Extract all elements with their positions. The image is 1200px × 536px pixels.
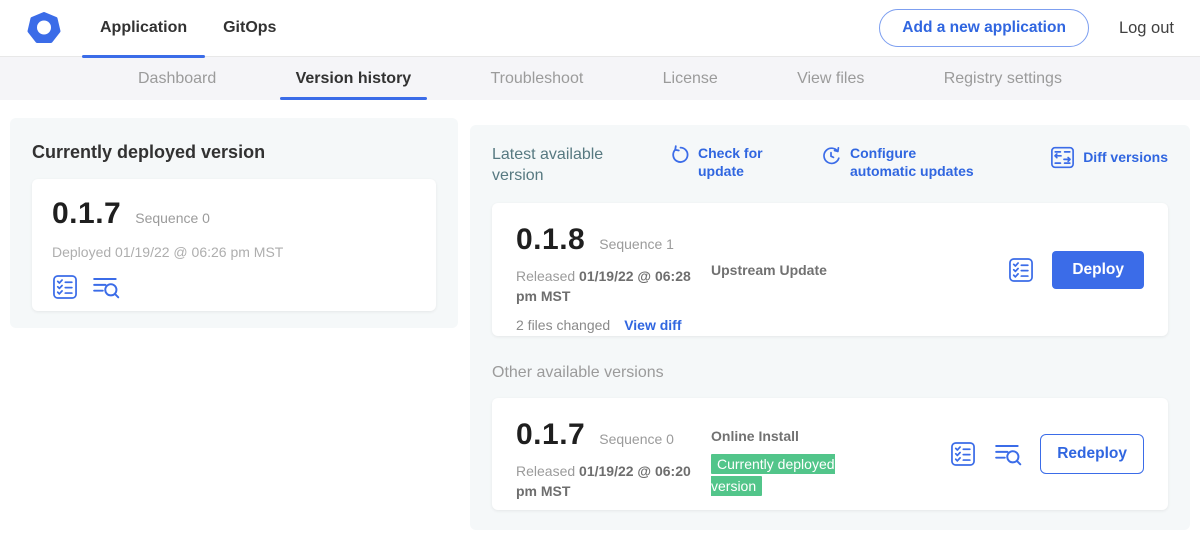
latest-source-label: Upstream Update (711, 262, 827, 278)
other-version-card: 0.1.7 Sequence 0 Released 01/19/22 @ 06:… (492, 398, 1168, 510)
latest-released-timestamp: Released 01/19/22 @ 06:28 pm MST (516, 267, 711, 306)
subnav-tab-license[interactable]: License (647, 57, 734, 100)
app-logo[interactable] (27, 11, 61, 45)
topbar: Application GitOps Add a new application… (0, 0, 1200, 57)
tab-application-label: Application (100, 19, 187, 37)
tab-gitops-label: GitOps (223, 19, 276, 37)
other-version-number: 0.1.7 (516, 418, 585, 452)
released-label: Released (516, 268, 575, 284)
latest-version-number: 0.1.8 (516, 223, 585, 257)
preflight-checks-icon[interactable] (1008, 257, 1034, 283)
latest-sequence: Sequence 1 (599, 236, 674, 252)
deployed-sequence: Sequence 0 (135, 210, 210, 226)
view-diff-link[interactable]: View diff (624, 317, 681, 333)
currently-deployed-title: Currently deployed version (32, 142, 436, 163)
tab-application[interactable]: Application (82, 0, 205, 57)
configure-auto-updates-label: Configure automatic updates (850, 145, 982, 180)
app-logo-icon (27, 11, 61, 45)
topbar-right: Add a new application Log out (879, 9, 1200, 47)
released-label: Released (516, 463, 575, 479)
configure-auto-updates-action[interactable]: Configure automatic updates (820, 145, 982, 180)
files-changed-label: 2 files changed (516, 317, 610, 333)
other-source-label: Online Install (711, 428, 799, 444)
deploy-button[interactable]: Deploy (1052, 251, 1144, 289)
subnav-tab-registry-settings[interactable]: Registry settings (928, 57, 1078, 100)
tab-gitops[interactable]: GitOps (205, 0, 294, 57)
check-for-update-label: Check for update (698, 145, 764, 180)
latest-available-title: Latest available version (492, 145, 644, 187)
deployed-timestamp: Deployed 01/19/22 @ 06:26 pm MST (52, 244, 416, 260)
deployed-version-card: 0.1.7 Sequence 0 Deployed 01/19/22 @ 06:… (32, 179, 436, 311)
top-tabs: Application GitOps (82, 0, 294, 57)
subnav-tab-view-files[interactable]: View files (781, 57, 880, 100)
check-for-update-action[interactable]: Check for update (670, 145, 764, 180)
subnav-tab-troubleshoot[interactable]: Troubleshoot (475, 57, 600, 100)
auto-update-clock-icon (820, 145, 842, 167)
version-history-panel: Latest available version Check for updat… (470, 125, 1190, 530)
subnav-tab-dashboard[interactable]: Dashboard (122, 57, 232, 100)
view-logs-icon[interactable] (92, 274, 120, 300)
subnav: Dashboard Version history Troubleshoot L… (0, 57, 1200, 100)
subnav-tab-version-history[interactable]: Version history (280, 57, 428, 100)
currently-deployed-badge: Currently deployed version (711, 454, 835, 496)
diff-versions-action[interactable]: Diff versions (1050, 145, 1168, 170)
logout-link[interactable]: Log out (1119, 19, 1174, 38)
other-sequence: Sequence 0 (599, 431, 674, 447)
version-history-header: Latest available version Check for updat… (492, 145, 1168, 189)
latest-version-card: 0.1.8 Sequence 1 Released 01/19/22 @ 06:… (492, 203, 1168, 336)
other-released-timestamp: Released 01/19/22 @ 06:20 pm MST (516, 462, 711, 501)
redeploy-button[interactable]: Redeploy (1040, 434, 1144, 474)
deployed-version-number: 0.1.7 (52, 197, 121, 231)
refresh-icon (670, 145, 690, 165)
diff-versions-icon (1050, 145, 1075, 170)
diff-versions-label: Diff versions (1083, 149, 1168, 167)
preflight-checks-icon[interactable] (52, 274, 78, 300)
preflight-checks-icon[interactable] (950, 441, 976, 467)
main-content: Currently deployed version 0.1.7 Sequenc… (0, 100, 1200, 536)
other-versions-title: Other available versions (492, 364, 1168, 382)
add-application-button[interactable]: Add a new application (879, 9, 1089, 47)
currently-deployed-panel: Currently deployed version 0.1.7 Sequenc… (10, 118, 458, 328)
view-logs-icon[interactable] (994, 441, 1022, 467)
